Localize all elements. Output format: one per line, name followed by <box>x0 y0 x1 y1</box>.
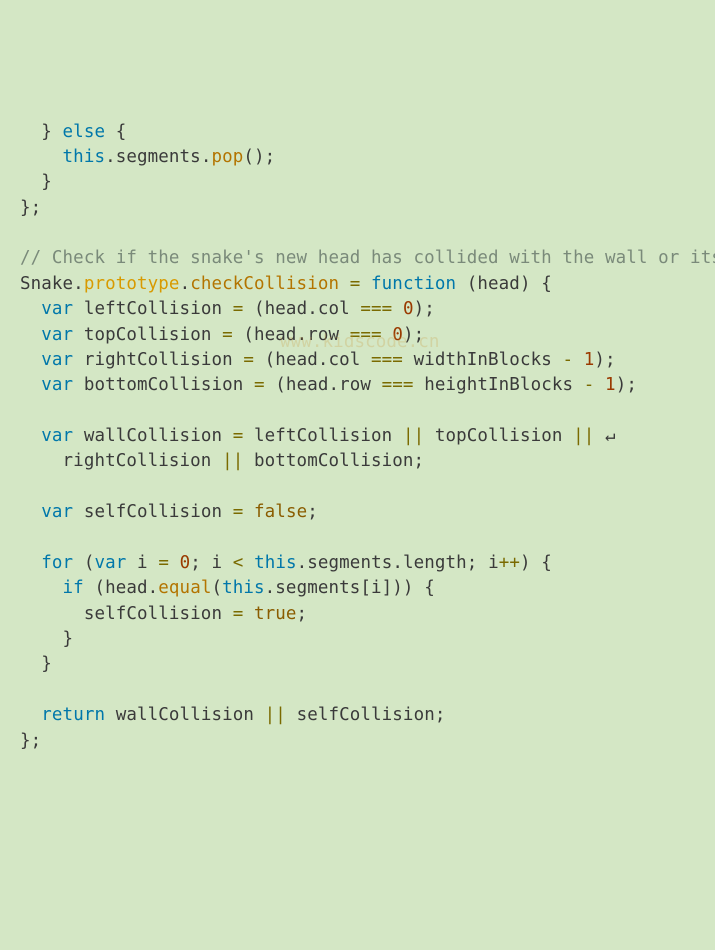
code-line: var selfCollision = false; <box>20 502 318 522</box>
code-line: var bottomCollision = (head.row === heig… <box>20 375 637 395</box>
code-line: } <box>20 172 52 192</box>
code-line: var wallCollision = leftCollision || top… <box>20 426 616 446</box>
code-line: // Check if the snake's new head has col… <box>20 248 715 268</box>
line-continuation-icon: ↵ <box>605 426 616 446</box>
code-line: selfCollision = true; <box>20 604 307 624</box>
code-line: var topCollision = (head.row === 0); <box>20 325 424 345</box>
code-line: }; <box>20 731 41 751</box>
code-line: } else { <box>20 122 126 142</box>
code-line: rightCollision || bottomCollision; <box>20 451 424 471</box>
code-line: } <box>20 654 52 674</box>
code-block: } else { this.segments.pop(); } }; // Ch… <box>20 120 715 754</box>
code-line: for (var i = 0; i < this.segments.length… <box>20 553 552 573</box>
code-line: Snake.prototype.checkCollision = functio… <box>20 274 552 294</box>
code-line: var rightCollision = (head.col === width… <box>20 350 616 370</box>
code-line: this.segments.pop(); <box>20 147 275 167</box>
code-line: }; <box>20 198 41 218</box>
code-line: var leftCollision = (head.col === 0); <box>20 299 435 319</box>
code-line: if (head.equal(this.segments[i])) { <box>20 578 435 598</box>
code-line: return wallCollision || selfCollision; <box>20 705 445 725</box>
code-line: } <box>20 629 73 649</box>
